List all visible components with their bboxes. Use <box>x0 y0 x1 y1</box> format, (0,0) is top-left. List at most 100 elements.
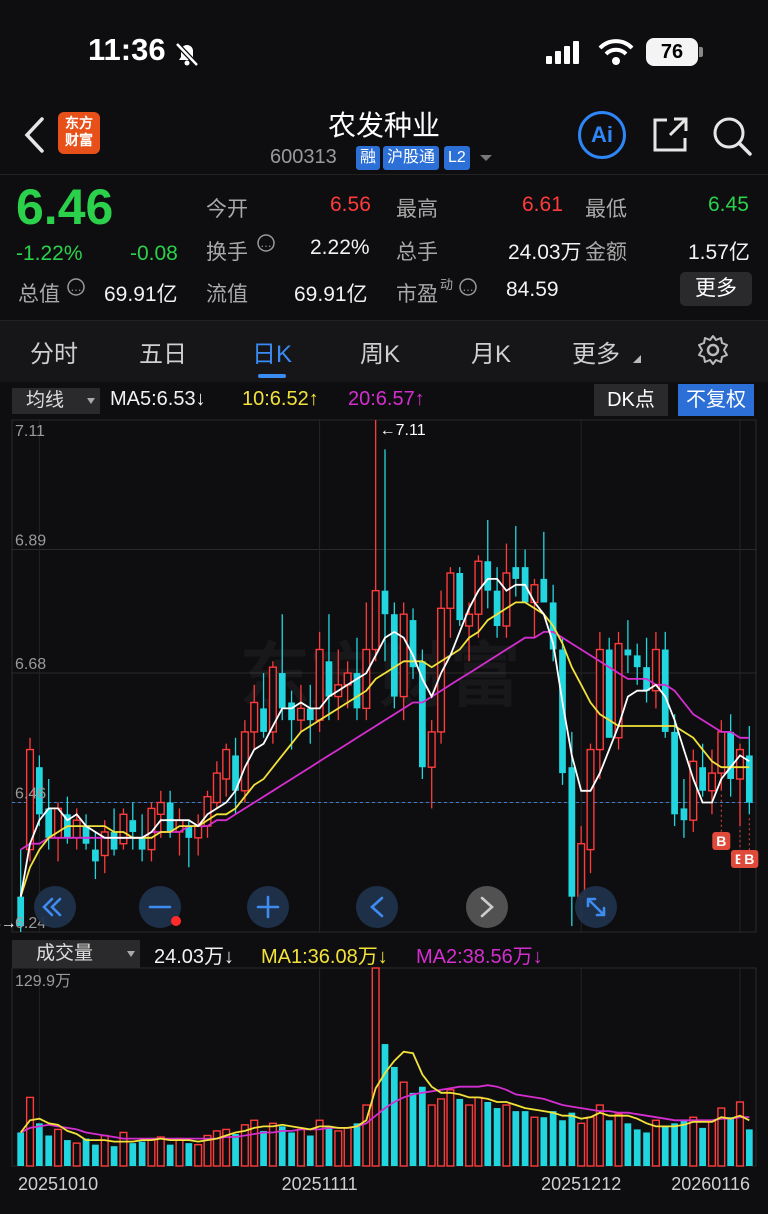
volume-bar-down <box>185 1143 193 1166</box>
volume-bar-up <box>735 1101 745 1167</box>
candle-up <box>222 748 231 780</box>
candle-down <box>680 808 688 821</box>
candle-down <box>288 702 295 721</box>
volume-bar-down <box>727 1117 735 1166</box>
volume-bar-down <box>288 1132 295 1166</box>
volume-bar-down <box>493 1108 501 1166</box>
volume-bar-down <box>306 1135 314 1166</box>
candle-down <box>82 826 90 844</box>
volume-bar-down <box>325 1126 333 1166</box>
volume-bar-down <box>671 1123 678 1166</box>
candle-down <box>540 578 548 603</box>
scroll-left-fast-button[interactable] <box>34 886 76 928</box>
candle-up <box>250 701 259 733</box>
volume-bar-down <box>419 1086 426 1166</box>
candle-up <box>362 648 371 710</box>
candle-down <box>661 649 669 732</box>
kline-chart[interactable]: 东方财富 7.116.896.686.466.24←7.116.24→BBB12… <box>0 0 768 1214</box>
volume-bar-up <box>427 1104 436 1167</box>
volume-bar-down <box>540 1117 548 1166</box>
volume-bar-down <box>45 1135 53 1166</box>
volume-bar-down <box>633 1129 641 1166</box>
candle-down <box>699 767 706 791</box>
candle-down <box>745 755 753 803</box>
price-tick-label: 6.46 <box>15 786 46 803</box>
volume-bar-down <box>381 1044 389 1166</box>
volume-bar-up <box>502 1104 511 1167</box>
volume-bar-up <box>446 1089 455 1167</box>
candle-up <box>399 613 408 698</box>
fullscreen-button[interactable] <box>575 886 617 928</box>
max-price-mark: ←7.11 <box>380 422 426 439</box>
scroll-right-button-bg[interactable] <box>466 886 508 928</box>
candle-down <box>493 590 501 626</box>
volume-bar-down <box>17 1132 25 1166</box>
scroll-left-button[interactable] <box>356 886 398 928</box>
volume-bar-down <box>260 1130 267 1166</box>
volume-bar-up <box>343 1127 352 1167</box>
candle-down <box>390 614 398 697</box>
notification-dot <box>171 916 181 926</box>
scroll-right-button[interactable] <box>466 886 508 928</box>
volume-bar-down <box>232 1133 239 1166</box>
volume-bar-up <box>530 1116 539 1167</box>
volume-bar-down <box>661 1126 669 1166</box>
volume-bar-up <box>436 1098 446 1167</box>
volume-bar-down <box>390 1066 398 1166</box>
date-tick-label: 20260116 <box>671 1174 750 1194</box>
candle-up <box>194 825 203 839</box>
candle-up <box>72 819 81 839</box>
volume-bar-up <box>25 1096 35 1167</box>
candle-down <box>727 731 735 779</box>
volume-bar-up <box>296 1128 305 1167</box>
candle-up <box>315 648 324 721</box>
candle-up <box>371 589 380 651</box>
volume-bar-up <box>465 1104 474 1167</box>
candle-down <box>512 567 520 579</box>
volume-bars <box>17 967 753 1167</box>
candle-down <box>633 655 641 668</box>
scroll-left-fast-button-bg[interactable] <box>34 886 76 928</box>
volume-bar-up <box>175 1137 184 1167</box>
volume-bar-up <box>474 1096 483 1167</box>
volume-bar-down <box>643 1132 650 1166</box>
candle-up <box>577 843 586 898</box>
candle-down <box>138 837 146 850</box>
volume-bar-up <box>156 1136 165 1167</box>
zoom-in-button[interactable] <box>247 886 289 928</box>
candle-down <box>260 708 267 732</box>
volume-bar-up <box>614 1113 623 1167</box>
volume-bar-up <box>194 1143 203 1167</box>
scroll-left-button-bg[interactable] <box>356 886 398 928</box>
candle-down <box>456 573 464 621</box>
candle-up <box>586 748 595 851</box>
candle-up <box>212 772 221 804</box>
volume-bar-up <box>334 1130 343 1167</box>
candle-up <box>296 707 305 721</box>
price-tick-label: 6.89 <box>15 532 46 549</box>
volume-bar-down <box>92 1144 99 1166</box>
volume-bar-down <box>568 1112 576 1166</box>
candle-down <box>166 802 174 832</box>
volume-bar-up <box>72 1142 81 1167</box>
volume-bar-up <box>586 1116 595 1167</box>
candle-down <box>306 708 314 721</box>
volume-bar-down <box>521 1111 529 1166</box>
buy-signal-label: B <box>744 851 754 867</box>
volume-bar-down <box>138 1141 146 1166</box>
candle-down <box>278 673 286 709</box>
date-tick-label: 20251212 <box>541 1174 621 1194</box>
volume-bar-down <box>559 1120 566 1166</box>
volume-bar-down <box>456 1098 464 1166</box>
volume-bar-down <box>605 1120 613 1166</box>
volume-bar-down <box>549 1111 557 1166</box>
price-tick-label: 7.11 <box>15 423 45 440</box>
chart-controls[interactable] <box>34 886 617 928</box>
candle-down <box>381 590 389 615</box>
candle-down <box>568 767 576 897</box>
candle-down <box>671 731 678 815</box>
volume-bar-up <box>147 1137 156 1167</box>
candle-up <box>427 731 436 768</box>
candle-down <box>605 649 613 738</box>
candle-up <box>735 748 745 780</box>
